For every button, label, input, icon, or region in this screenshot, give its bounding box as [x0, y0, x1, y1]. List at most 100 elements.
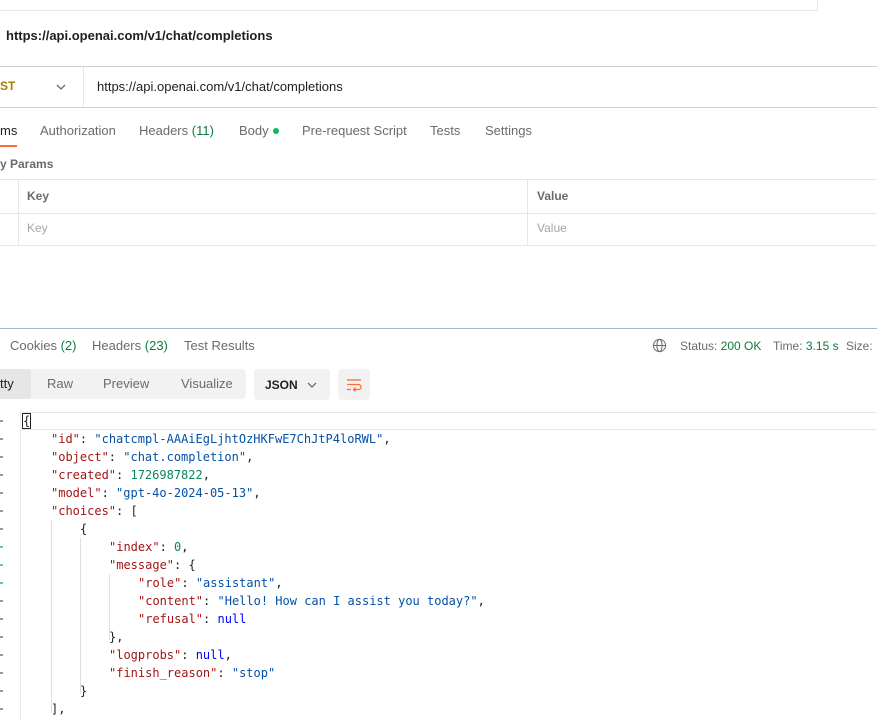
view-visualize[interactable]: Visualize: [181, 376, 233, 391]
current-line-highlight: [22, 412, 877, 430]
json-string-role: assistant: [203, 576, 269, 590]
code-line: {: [80, 522, 88, 536]
response-pane-divider[interactable]: [0, 328, 877, 329]
json-string-id: chatcmpl-AAAiEgLjhtOzHKFwE7ChJtP4loRWL: [101, 432, 377, 446]
top-strip: [0, 0, 818, 11]
gutter-mark: [0, 618, 3, 620]
tab-authorization[interactable]: Authorization: [40, 123, 116, 138]
params-table: Key Value Key Value: [0, 179, 877, 246]
tab-headers[interactable]: Headers (11): [139, 123, 214, 138]
tab-label: Test Results: [184, 338, 255, 353]
gutter-mark: [0, 474, 3, 476]
tab-count: (2): [60, 338, 77, 353]
tab-body[interactable]: Body: [239, 123, 279, 138]
gutter-mark: [0, 654, 3, 656]
tab-label: Headers: [92, 338, 142, 353]
gutter-mark: [0, 672, 3, 674]
gutter-mark: [0, 420, 3, 422]
tab-settings[interactable]: Settings: [485, 123, 532, 138]
key-input[interactable]: Key: [27, 221, 48, 235]
code-line: },: [109, 630, 124, 644]
tab-label: Cookies: [10, 338, 57, 353]
response-view-options: tty Raw Preview Visualize: [0, 369, 246, 399]
tab-tests[interactable]: Tests: [430, 123, 460, 138]
code-line: "choices": [: [51, 504, 138, 518]
json-string-model: gpt-4o-2024-05-13: [123, 486, 247, 500]
view-pretty[interactable]: tty: [0, 369, 31, 399]
status-value: 200 OK: [720, 339, 762, 353]
json-string-content: Hello! How can I assist you today?: [224, 594, 471, 608]
size-label: Size:: [846, 339, 873, 353]
indent-guide: [80, 538, 81, 694]
gutter-divider: [20, 410, 21, 721]
json-keyword-logprobs: null: [195, 648, 225, 662]
code-line: ],: [51, 702, 66, 716]
response-body-editor[interactable]: { "id": "chatcmpl-AAAiEgLjhtOzHKFwE7ChJt…: [0, 410, 877, 721]
gutter-mark: [0, 438, 3, 440]
code-line: "refusal": null: [138, 612, 247, 626]
column-divider: [18, 180, 19, 246]
gutter-mark: [0, 636, 3, 638]
json-keyword-refusal: null: [217, 612, 247, 626]
code-line: "message": {: [109, 558, 196, 572]
request-tabs: ms Authorization Headers (11) Body Pre-r…: [0, 123, 877, 147]
gutter-mark: [0, 708, 3, 710]
gutter-mark: [0, 600, 3, 602]
url-input[interactable]: https://api.openai.com/v1/chat/completio…: [97, 79, 343, 94]
tab-count: (23): [144, 338, 168, 353]
wrap-lines-button[interactable]: [338, 369, 370, 400]
view-raw[interactable]: Raw: [47, 376, 73, 391]
code-line: "index": 0,: [109, 540, 189, 554]
wrap-lines-icon: [347, 379, 362, 392]
tab-params[interactable]: ms: [0, 123, 18, 147]
tab-cookies[interactable]: Cookies (2): [10, 338, 76, 353]
tab-pre-request-script[interactable]: Pre-request Script: [302, 123, 407, 138]
code-line: "content": "Hello! How can I assist you …: [138, 594, 485, 608]
tab-label: Authorization: [40, 123, 116, 138]
json-string-object: chat.completion: [130, 450, 239, 464]
status-label: Status:: [680, 339, 718, 353]
method-select[interactable]: ST: [0, 79, 15, 93]
format-label: JSON: [265, 378, 298, 392]
url-bar: ST https://api.openai.com/v1/chat/comple…: [0, 66, 877, 108]
gutter-mark: [0, 510, 3, 512]
tab-label: ms: [0, 123, 18, 138]
json-string-finish-reason: stop: [239, 666, 268, 680]
response-tabs: Cookies (2) Headers (23) Test Results: [0, 338, 640, 356]
time-indicator[interactable]: Time: 3.15 s: [773, 339, 839, 353]
query-params-title: y Params: [0, 157, 54, 171]
code-line: "model": "gpt-4o-2024-05-13",: [51, 486, 261, 500]
gutter-mark: [0, 546, 3, 548]
tab-response-headers[interactable]: Headers (23): [92, 338, 168, 353]
key-column-header: Key: [27, 189, 50, 203]
gutter-mark: [0, 456, 3, 458]
code-line: "role": "assistant",: [138, 576, 283, 590]
tab-label: Tests: [430, 123, 461, 138]
format-select[interactable]: JSON: [254, 369, 330, 400]
request-name[interactable]: https://api.openai.com/v1/chat/completio…: [6, 28, 273, 43]
code-line: "object": "chat.completion",: [51, 450, 254, 464]
globe-icon[interactable]: [652, 338, 667, 353]
tab-label: Settings: [485, 123, 532, 138]
tab-label: Pre-request Script: [302, 123, 407, 138]
code-line: {: [22, 413, 32, 429]
gutter-mark: [0, 582, 3, 584]
column-divider: [527, 180, 528, 246]
time-label: Time:: [773, 339, 803, 353]
chevron-down-icon[interactable]: [55, 81, 67, 93]
body-indicator-dot: [272, 127, 279, 134]
tab-label: Headers: [139, 123, 189, 138]
row-divider: [0, 213, 877, 214]
tab-label: Body: [239, 123, 269, 138]
code-line: }: [80, 684, 88, 698]
json-number-created: 1726987822: [130, 468, 203, 482]
gutter-mark: [0, 492, 3, 494]
size-indicator[interactable]: Size:: [846, 339, 873, 353]
tab-test-results[interactable]: Test Results: [184, 338, 255, 353]
code-line: "id": "chatcmpl-AAAiEgLjhtOzHKFwE7ChJtP4…: [51, 432, 391, 446]
value-input[interactable]: Value: [537, 221, 567, 235]
view-preview[interactable]: Preview: [103, 376, 149, 391]
value-column-header: Value: [537, 189, 569, 203]
status-indicator[interactable]: Status: 200 OK: [680, 339, 761, 353]
chevron-down-icon: [307, 382, 317, 388]
